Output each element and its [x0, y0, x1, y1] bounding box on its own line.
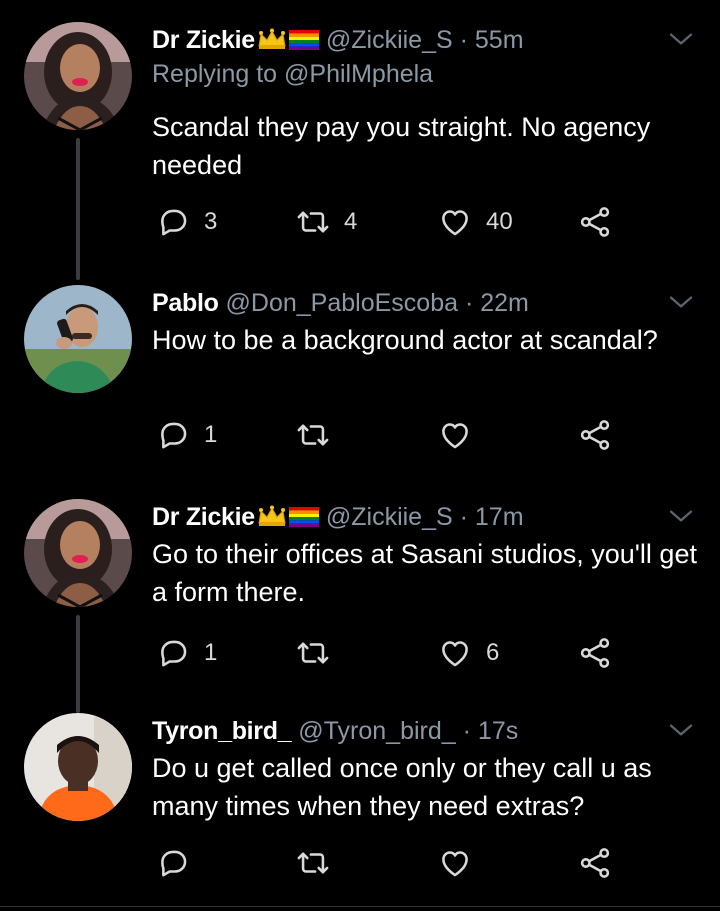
like-icon — [438, 205, 472, 239]
display-name[interactable]: Tyron_bird_ — [152, 717, 292, 745]
like-button[interactable] — [438, 415, 486, 455]
rainbow-flag-icon — [289, 30, 319, 50]
man-on-phone-portrait-image — [24, 285, 132, 393]
action-bar — [152, 843, 632, 883]
tweet-header: Pablo @Don_PabloEscoba · 22m — [152, 285, 529, 321]
separator: · — [462, 717, 471, 745]
like-button[interactable]: 40 — [438, 202, 513, 242]
tweet[interactable]: Tyron_bird_ @Tyron_bird_ · 17s Do u get … — [0, 713, 720, 903]
share-button[interactable] — [578, 415, 612, 455]
reply-count: 3 — [204, 208, 218, 235]
share-icon — [578, 846, 612, 880]
like-button[interactable] — [438, 843, 486, 883]
timestamp[interactable]: 55m — [475, 26, 524, 54]
chevron-down-icon[interactable] — [666, 24, 696, 54]
reply-button[interactable] — [156, 843, 204, 883]
share-button[interactable] — [578, 633, 612, 673]
tweet[interactable]: Pablo @Don_PabloEscoba · 22m How to be a… — [0, 285, 720, 485]
action-bar: 3 4 40 — [152, 202, 632, 242]
chevron-down-icon[interactable] — [666, 287, 696, 317]
share-button[interactable] — [578, 843, 612, 883]
separator: · — [464, 289, 474, 317]
share-button[interactable] — [578, 202, 612, 242]
avatar[interactable] — [24, 285, 132, 393]
reply-count: 1 — [204, 639, 218, 666]
username[interactable]: @Tyron_bird_ — [298, 717, 455, 745]
tweet-header: Tyron_bird_ @Tyron_bird_ · 17s — [152, 713, 518, 749]
divider — [0, 906, 720, 907]
retweet-count: 4 — [344, 208, 358, 235]
reply-count: 1 — [204, 421, 218, 448]
avatar[interactable] — [24, 499, 132, 607]
like-icon — [438, 636, 472, 670]
replying-to[interactable]: Replying to @PhilMphela — [152, 60, 433, 89]
tweet-header: Dr Zickie @Zickiie_S · 17m — [152, 499, 524, 535]
reply-icon — [156, 418, 190, 452]
like-icon — [438, 418, 472, 452]
retweet-icon — [296, 846, 330, 880]
share-icon — [578, 636, 612, 670]
timestamp[interactable]: 17s — [478, 717, 518, 745]
display-name[interactable]: Pablo — [152, 289, 219, 317]
crown-icon — [257, 28, 287, 50]
thread-line — [76, 615, 80, 713]
display-name[interactable]: Dr Zickie — [152, 26, 255, 54]
tweet[interactable]: Dr Zickie @Zickiie_S · 17m Go to their o… — [0, 499, 720, 713]
separator: · — [459, 503, 468, 531]
reply-button[interactable]: 1 — [156, 415, 217, 455]
woman-portrait-image — [24, 499, 132, 607]
retweet-button[interactable]: 4 — [296, 202, 357, 242]
retweet-button[interactable] — [296, 415, 344, 455]
retweet-button[interactable] — [296, 633, 344, 673]
reply-button[interactable]: 3 — [156, 202, 217, 242]
like-count: 6 — [486, 639, 500, 666]
separator: · — [459, 26, 468, 54]
reply-icon — [156, 846, 190, 880]
rainbow-flag-icon — [289, 507, 319, 527]
reply-button[interactable]: 1 — [156, 633, 217, 673]
action-bar: 1 — [152, 415, 632, 455]
retweet-icon — [296, 205, 330, 239]
timestamp[interactable]: 17m — [475, 503, 524, 531]
retweet-icon — [296, 636, 330, 670]
like-button[interactable]: 6 — [438, 633, 499, 673]
retweet-button[interactable] — [296, 843, 344, 883]
young-man-orange-hoodie-image — [24, 713, 132, 821]
chevron-down-icon[interactable] — [666, 715, 696, 745]
woman-portrait-image — [24, 22, 132, 130]
reply-icon — [156, 205, 190, 239]
thread-line — [76, 138, 80, 280]
timestamp[interactable]: 22m — [480, 289, 529, 317]
action-bar: 1 6 — [152, 633, 632, 673]
tweet-text: How to be a background actor at scandal? — [152, 325, 658, 355]
username[interactable]: @Zickiie_S — [326, 26, 453, 54]
retweet-icon — [296, 418, 330, 452]
tweet-text: Scandal they pay you straight. No agency… — [152, 112, 651, 180]
username[interactable]: @Don_PabloEscoba — [226, 289, 458, 317]
avatar[interactable] — [24, 22, 132, 130]
crown-icon — [257, 505, 287, 527]
like-count: 40 — [486, 208, 513, 235]
avatar[interactable] — [24, 713, 132, 821]
tweet-text: Go to their offices at Sasani studios, y… — [152, 539, 697, 607]
tweet-text: Do u get called once only or they call u… — [152, 753, 652, 821]
share-icon — [578, 205, 612, 239]
like-icon — [438, 846, 472, 880]
display-name[interactable]: Dr Zickie — [152, 503, 255, 531]
tweet-header: Dr Zickie @Zickiie_S · 55m — [152, 22, 524, 58]
reply-icon — [156, 636, 190, 670]
chevron-down-icon[interactable] — [666, 501, 696, 531]
username[interactable]: @Zickiie_S — [326, 503, 453, 531]
tweet[interactable]: Dr Zickie @Zickiie_S · 55m Replying to @… — [0, 22, 720, 280]
share-icon — [578, 418, 612, 452]
